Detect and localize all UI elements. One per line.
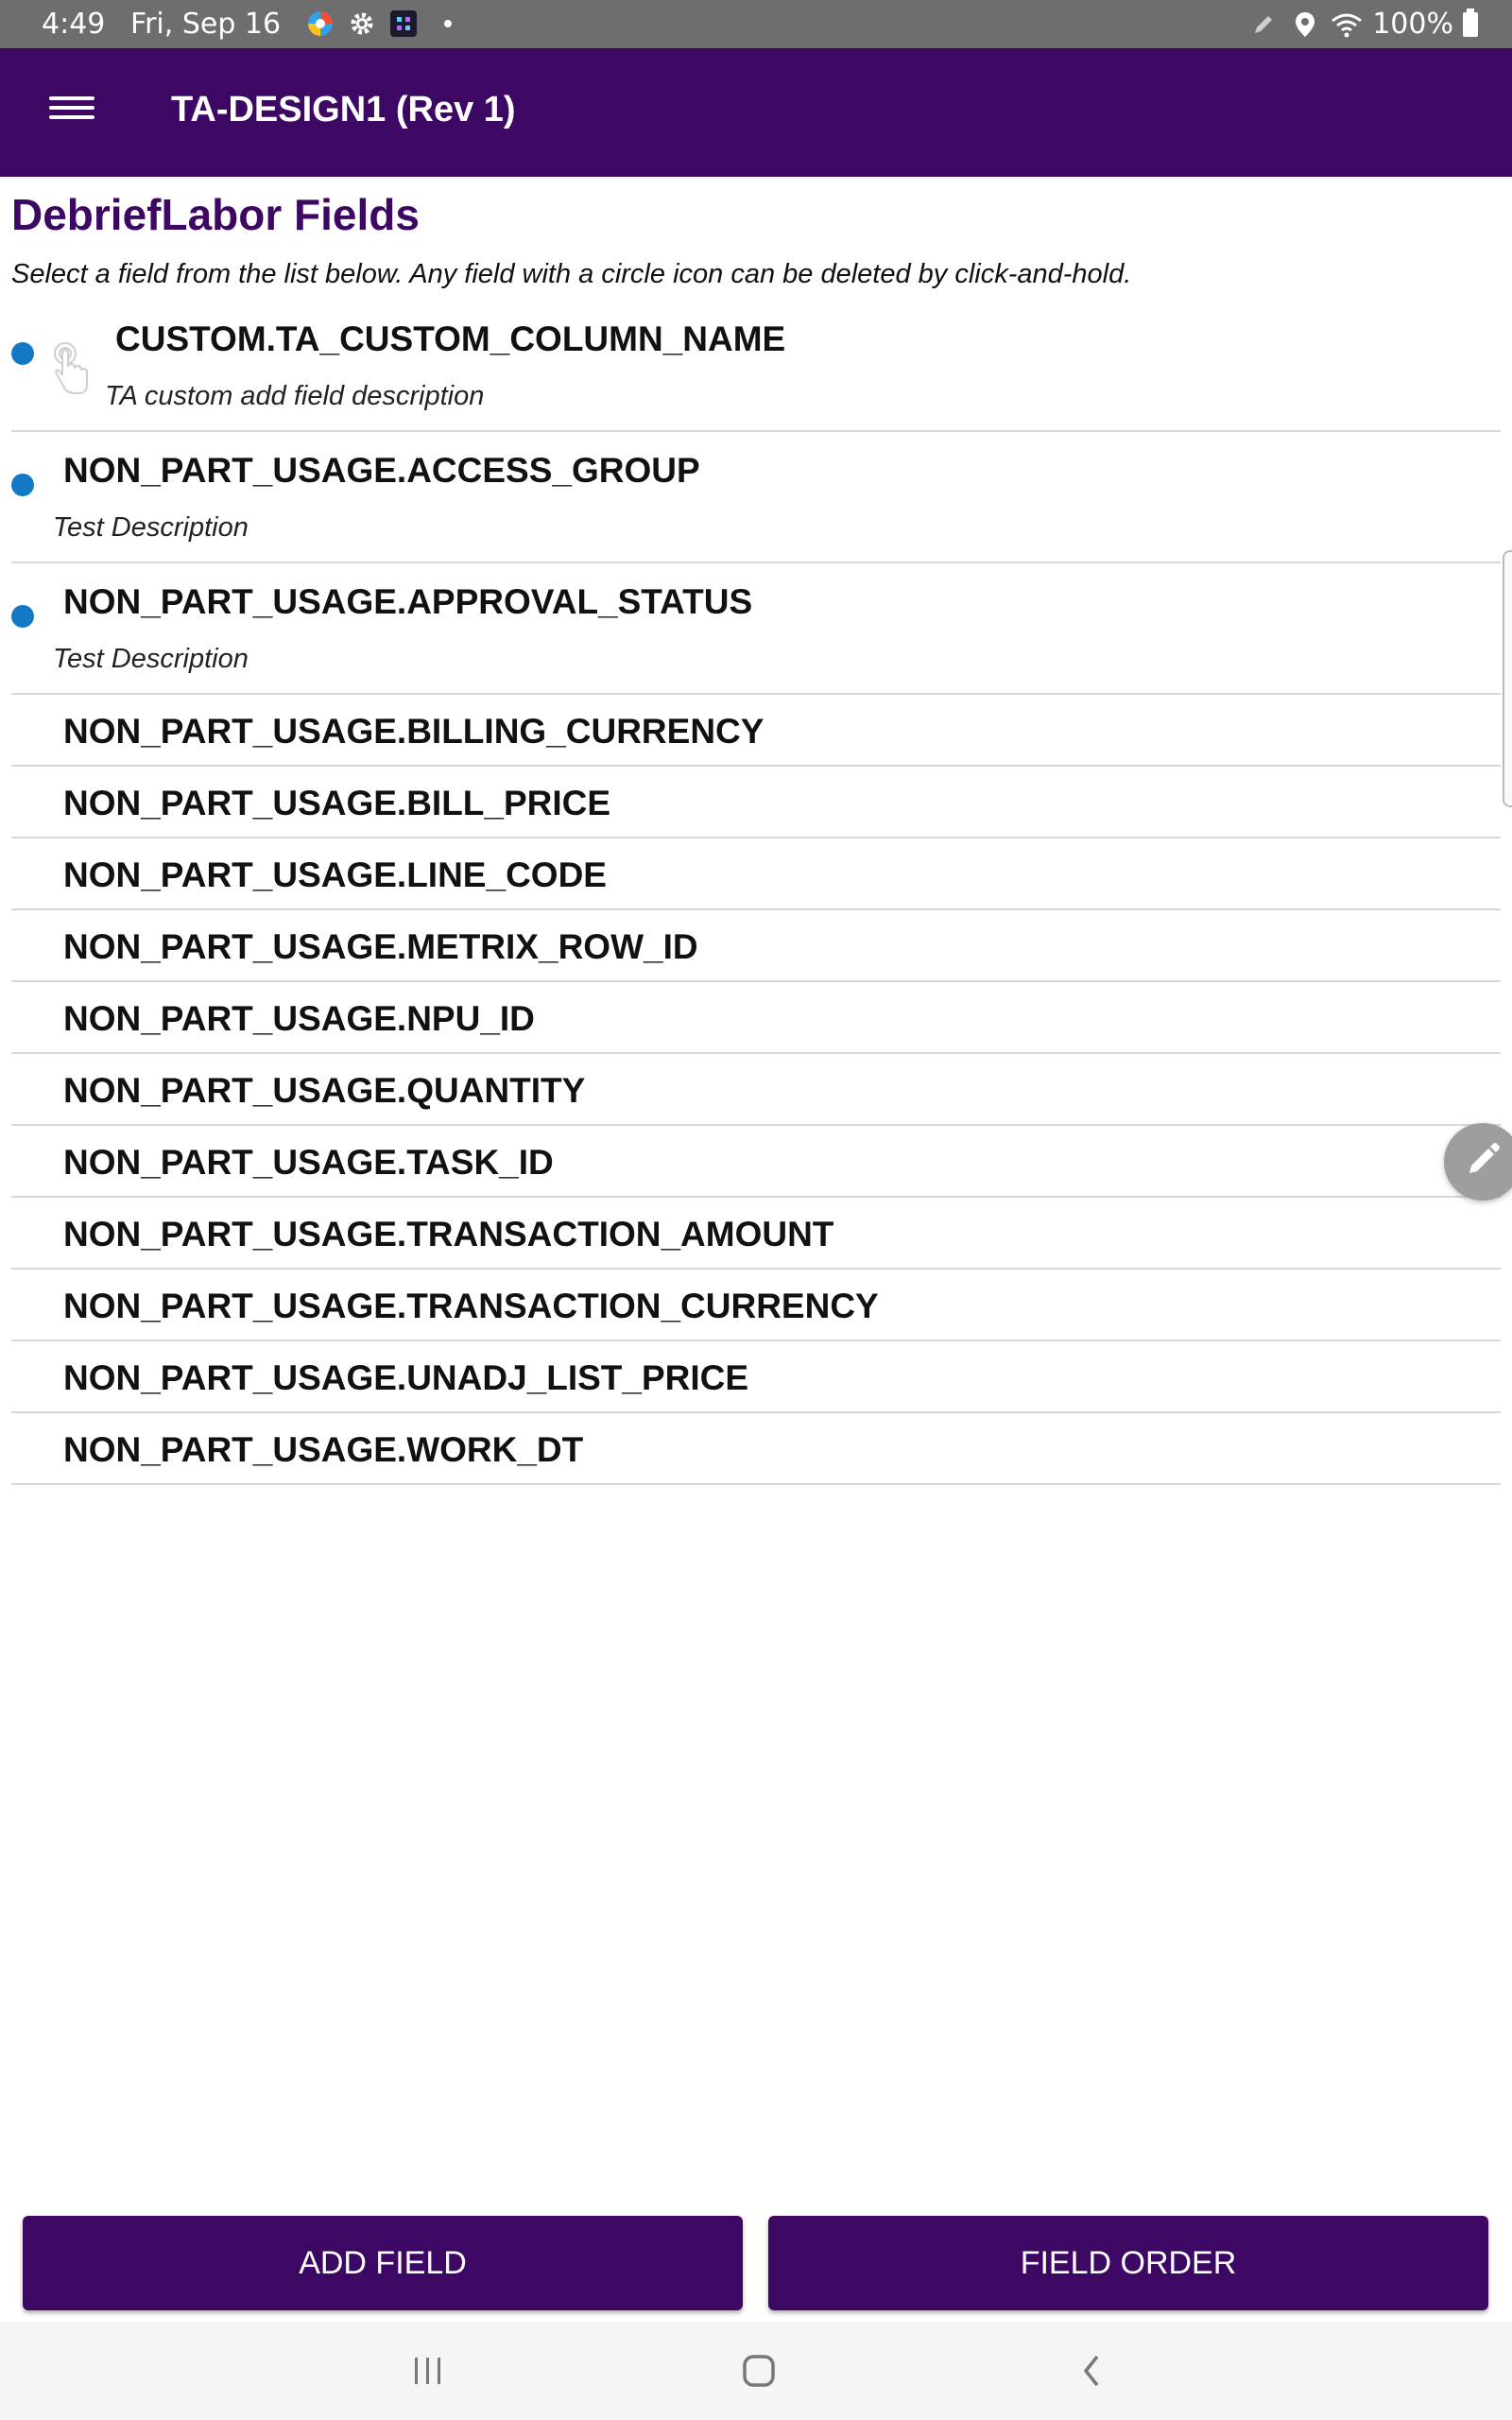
- deletable-circle-icon: [11, 605, 34, 628]
- recent-apps-icon[interactable]: [400, 2346, 456, 2395]
- notification-dot-icon: [444, 20, 452, 27]
- field-name: NON_PART_USAGE.BILL_PRICE: [63, 784, 611, 822]
- edit-fab-button[interactable]: [1444, 1123, 1512, 1201]
- list-item[interactable]: NON_PART_USAGE.TASK_ID: [11, 1126, 1501, 1198]
- list-item[interactable]: NON_PART_USAGE.TRANSACTION_AMOUNT: [11, 1198, 1501, 1270]
- status-time: 4:49: [42, 8, 106, 41]
- field-list: CUSTOM.TA_CUSTOM_COLUMN_NAME TA custom a…: [11, 301, 1501, 1485]
- status-date: Fri, Sep 16: [130, 8, 282, 41]
- app-bar-title: TA-DESIGN1 (Rev 1): [171, 90, 516, 130]
- location-icon: [1289, 9, 1321, 41]
- list-item[interactable]: CUSTOM.TA_CUSTOM_COLUMN_NAME TA custom a…: [11, 301, 1501, 432]
- field-name: NON_PART_USAGE.TRANSACTION_AMOUNT: [63, 1215, 834, 1253]
- settings-gear-icon: [346, 8, 378, 40]
- field-name: NON_PART_USAGE.UNADJ_LIST_PRICE: [63, 1358, 749, 1397]
- battery-icon: [1463, 8, 1478, 37]
- field-name: NON_PART_USAGE.LINE_CODE: [63, 856, 607, 894]
- pencil-icon: [1464, 1141, 1502, 1184]
- field-name: NON_PART_USAGE.ACCESS_GROUP: [63, 451, 700, 490]
- field-name: NON_PART_USAGE.METRIX_ROW_ID: [63, 927, 698, 966]
- field-name: NON_PART_USAGE.APPROVAL_STATUS: [63, 582, 753, 621]
- edge-panel-handle[interactable]: [1503, 550, 1512, 807]
- status-app-icons: [304, 8, 452, 40]
- browser-icon: [304, 8, 336, 40]
- battery-percentage: 100%: [1372, 8, 1453, 41]
- field-order-button[interactable]: FIELD ORDER: [768, 2216, 1488, 2310]
- field-name: NON_PART_USAGE.BILLING_CURRENCY: [63, 712, 765, 751]
- list-item[interactable]: NON_PART_USAGE.WORK_DT: [11, 1413, 1501, 1485]
- page-title: DebriefLabor Fields: [11, 190, 420, 239]
- status-bar: 4:49 Fri, Sep 16 100%: [0, 0, 1512, 48]
- page-subtitle: Select a field from the list below. Any …: [11, 259, 1132, 289]
- app-bar: TA-DESIGN1 (Rev 1): [0, 48, 1512, 177]
- status-right-icons: 100%: [1247, 8, 1478, 41]
- wifi-icon: [1331, 9, 1363, 41]
- list-item[interactable]: NON_PART_USAGE.NPU_ID: [11, 982, 1501, 1054]
- list-item[interactable]: NON_PART_USAGE.TRANSACTION_CURRENCY: [11, 1270, 1501, 1341]
- app-grid-icon: [387, 8, 420, 40]
- field-name: NON_PART_USAGE.TASK_ID: [63, 1143, 554, 1182]
- home-icon[interactable]: [730, 2346, 787, 2395]
- add-field-button[interactable]: ADD FIELD: [23, 2216, 743, 2310]
- list-item[interactable]: NON_PART_USAGE.ACCESS_GROUP Test Descrip…: [11, 432, 1501, 563]
- list-item[interactable]: NON_PART_USAGE.QUANTITY: [11, 1054, 1501, 1126]
- hamburger-menu-icon[interactable]: [49, 91, 94, 132]
- field-description: TA custom add field description: [105, 381, 485, 411]
- list-item[interactable]: NON_PART_USAGE.BILLING_CURRENCY: [11, 695, 1501, 767]
- list-item[interactable]: NON_PART_USAGE.BILL_PRICE: [11, 767, 1501, 838]
- pen-icon: [1247, 9, 1280, 41]
- field-description: Test Description: [53, 512, 249, 543]
- field-name: NON_PART_USAGE.TRANSACTION_CURRENCY: [63, 1287, 879, 1325]
- back-icon[interactable]: [1064, 2346, 1121, 2395]
- field-name: NON_PART_USAGE.NPU_ID: [63, 999, 535, 1038]
- field-description: Test Description: [53, 644, 249, 674]
- deletable-circle-icon: [11, 342, 34, 365]
- list-item[interactable]: NON_PART_USAGE.UNADJ_LIST_PRICE: [11, 1341, 1501, 1413]
- system-nav-bar: [0, 2322, 1512, 2420]
- field-name: CUSTOM.TA_CUSTOM_COLUMN_NAME: [115, 320, 786, 358]
- field-name: NON_PART_USAGE.WORK_DT: [63, 1430, 584, 1469]
- list-item[interactable]: NON_PART_USAGE.APPROVAL_STATUS Test Desc…: [11, 563, 1501, 695]
- list-item[interactable]: NON_PART_USAGE.METRIX_ROW_ID: [11, 910, 1501, 982]
- deletable-circle-icon: [11, 474, 34, 496]
- list-item[interactable]: NON_PART_USAGE.LINE_CODE: [11, 838, 1501, 910]
- touch-hold-icon: [49, 340, 91, 395]
- field-name: NON_PART_USAGE.QUANTITY: [63, 1071, 586, 1110]
